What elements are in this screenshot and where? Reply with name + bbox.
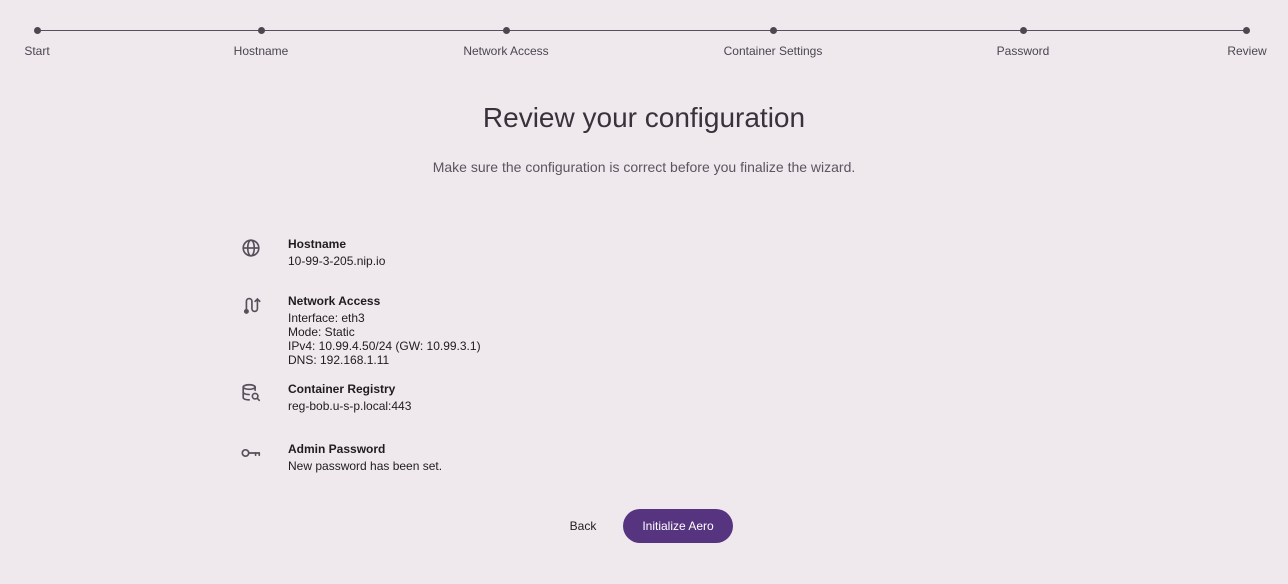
step-label-network-access: Network Access [463,44,549,58]
admin-password-heading: Admin Password [288,442,386,456]
hostname-heading: Hostname [288,237,347,251]
step-dot-network-access [503,27,510,34]
step-label-review: Review [1227,44,1267,58]
globe-icon [240,237,262,259]
back-button[interactable]: Back [555,509,611,543]
hostname-value: 10-99-3-205.nip.io [288,254,386,268]
step-label-password: Password [996,44,1050,58]
container-registry-heading: Container Registry [288,382,396,396]
stepper-track [37,30,1247,31]
key-icon [240,442,262,464]
network-mode: Mode: Static [288,325,355,339]
step-dot-review [1243,27,1250,34]
wizard-actions: Back Initialize Aero [0,509,1288,543]
step-label-container-settings: Container Settings [723,44,823,58]
network-dns: DNS: 192.168.1.11 [288,353,390,367]
network-interface: Interface: eth3 [288,311,365,325]
step-dot-container-settings [770,27,777,34]
network-ipv4: IPv4: 10.99.4.50/24 (GW: 10.99.3.1) [288,339,481,353]
container-registry-details: reg-bob.u-s-p.local:443 [288,399,411,413]
step-label-start: Start [24,44,50,58]
page-subtitle: Make sure the configuration is correct b… [432,159,856,175]
admin-password-status: New password has been set. [288,459,443,473]
network-access-details: Interface: eth3 Mode: Static IPv4: 10.99… [288,311,481,367]
container-registry-value: reg-bob.u-s-p.local:443 [288,399,412,413]
step-dot-hostname [258,27,265,34]
wizard-stepper: Start Hostname Network Access Container … [0,0,1288,70]
step-dot-start [34,27,41,34]
database-search-icon [240,382,262,404]
network-access-heading: Network Access [288,294,381,308]
hostname-details: 10-99-3-205.nip.io [288,254,385,268]
admin-password-details: New password has been set. [288,459,442,473]
step-dot-password [1020,27,1027,34]
step-label-hostname: Hostname [233,44,289,58]
route-icon [240,294,262,316]
initialize-aero-button[interactable]: Initialize Aero [623,509,733,543]
page-title: Review your configuration [482,102,806,133]
